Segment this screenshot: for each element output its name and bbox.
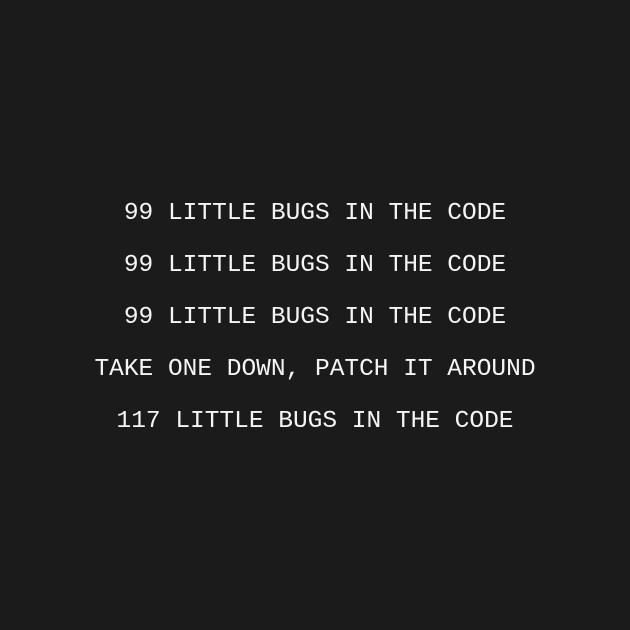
poem-line-4: TAKE ONE DOWN, PATCH IT AROUND <box>94 356 536 383</box>
poem-block: 99 LITTLE BUGS IN THE CODE 99 LITTLE BUG… <box>0 188 630 448</box>
poem-line-3: 99 LITTLE BUGS IN THE CODE <box>123 304 507 331</box>
poem-line-5: 117 LITTLE BUGS IN THE CODE <box>116 408 514 435</box>
poster-canvas: 99 LITTLE BUGS IN THE CODE 99 LITTLE BUG… <box>0 0 630 630</box>
poem-line-2: 99 LITTLE BUGS IN THE CODE <box>123 252 507 279</box>
poem-line-1: 99 LITTLE BUGS IN THE CODE <box>123 200 507 227</box>
